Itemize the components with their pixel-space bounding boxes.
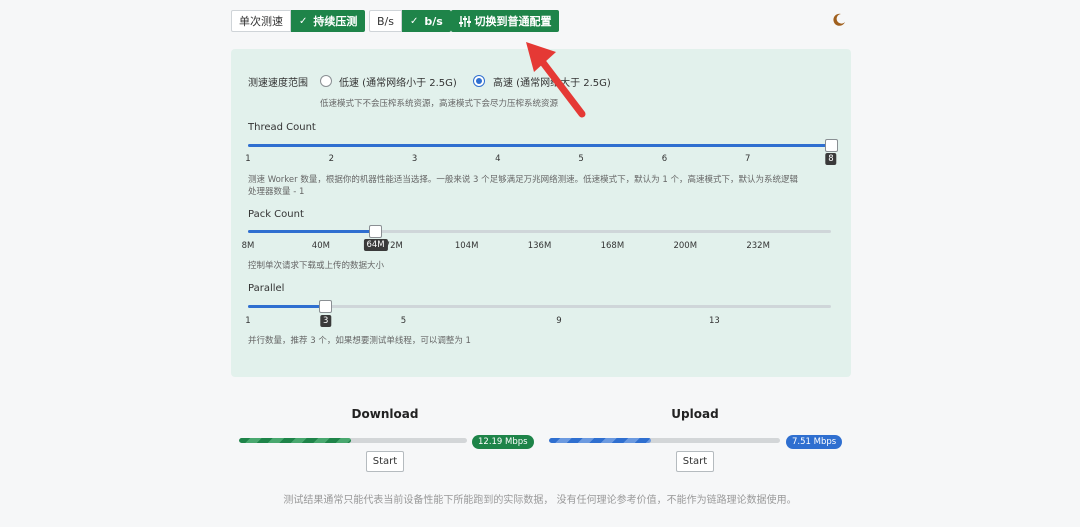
slider-tick: 4 — [495, 154, 501, 164]
continuous-test-button[interactable]: ✓ 持续压测 — [291, 10, 366, 32]
check-icon: ✓ — [299, 15, 308, 27]
test-mode-toggle: 单次测速 ✓ 持续压测 — [231, 10, 366, 32]
slider-tick: 3 — [411, 154, 418, 164]
upload-progress-fill — [549, 438, 651, 443]
thread-count-hint-line1: 测速 Worker 数量，根据你的机器性能适当选择。一般来说 3 个足够满足万兆… — [248, 175, 798, 185]
upload-start-button[interactable]: Start — [676, 451, 714, 472]
slider-tick: 1 — [245, 154, 251, 164]
thread-count-slider[interactable] — [248, 139, 838, 152]
thread-count-thumb[interactable] — [824, 139, 838, 152]
parallel-hint: 并行数量，推荐 3 个，如果想要测试单线程，可以调整为 1 — [248, 336, 471, 346]
parallel-value: 3 — [320, 315, 332, 327]
slider-tick: 13 — [708, 316, 720, 326]
annotation-arrow-icon — [526, 42, 586, 118]
pack-count-slider[interactable] — [248, 225, 831, 238]
parallel-thumb[interactable] — [319, 300, 333, 313]
slider-tick: 6 — [661, 154, 668, 164]
switch-config-button[interactable]: 切换到普通配置 — [451, 10, 559, 32]
slider-tick: 8M — [241, 241, 255, 251]
slider-tick: 200M — [673, 241, 698, 251]
pack-count-thumb[interactable] — [369, 225, 383, 238]
slider-tick: 232M — [746, 241, 770, 251]
check-icon: ✓ — [409, 15, 419, 27]
slider-tick: 7 — [744, 154, 751, 164]
thread-count-hint-line2: 处理器数量 - 1 — [248, 187, 305, 197]
unit-bits-button[interactable]: ✓ b/s — [401, 10, 451, 32]
single-test-button[interactable]: 单次测速 — [231, 10, 291, 32]
unit-bits-label: b/s — [424, 14, 443, 28]
thread-count-value: 8 — [825, 153, 837, 165]
parallel-fill — [248, 305, 326, 308]
pack-count-label: Pack Count — [248, 209, 304, 220]
parallel-label: Parallel — [248, 283, 285, 294]
speed-range-label: 测速速度范围 — [248, 78, 308, 89]
slider-tick: 2 — [328, 154, 334, 164]
moon-icon[interactable] — [832, 13, 846, 27]
high-speed-radio[interactable] — [473, 75, 485, 87]
thread-count-label: Thread Count — [248, 122, 316, 133]
slider-tick: 1 — [245, 316, 251, 326]
disclaimer-text: 测试结果通常只能代表当前设备性能下所能跑到的实际数据， 没有任何理论参考价值，不… — [283, 495, 797, 506]
download-progress-fill — [239, 438, 351, 443]
parallel-slider[interactable] — [248, 300, 831, 313]
download-progress-bar — [239, 438, 467, 443]
download-speed-badge: 12.19 Mbps — [472, 435, 534, 449]
unit-toggle: B/s ✓ b/s — [369, 10, 451, 32]
slider-tick: 5 — [400, 316, 407, 326]
slider-tick: 9 — [556, 316, 562, 326]
slider-tick: 40M — [311, 241, 330, 251]
upload-speed-badge: 7.51 Mbps — [786, 435, 843, 449]
pack-count-value: 64M — [363, 239, 388, 251]
pack-count-fill — [248, 230, 376, 233]
slider-tick: 5 — [578, 154, 584, 164]
unit-bytes-button[interactable]: B/s — [369, 10, 402, 32]
low-speed-radio[interactable] — [320, 75, 332, 87]
low-speed-label: 低速 (通常网络小于 2.5G) — [339, 78, 457, 89]
continuous-test-label: 持续压测 — [313, 15, 358, 28]
download-title: Download — [351, 407, 419, 421]
sliders-icon — [458, 15, 471, 27]
upload-progress-bar — [549, 438, 780, 443]
slider-tick: 104M — [454, 241, 479, 251]
slider-tick: 136M — [527, 241, 552, 251]
thread-count-fill — [248, 144, 831, 147]
download-start-button[interactable]: Start — [366, 451, 404, 472]
slider-tick: 168M — [600, 241, 625, 251]
switch-config-label: 切换到普通配置 — [474, 15, 552, 28]
upload-title: Upload — [671, 407, 719, 421]
pack-count-hint: 控制单次请求下载或上传的数据大小 — [248, 261, 385, 271]
